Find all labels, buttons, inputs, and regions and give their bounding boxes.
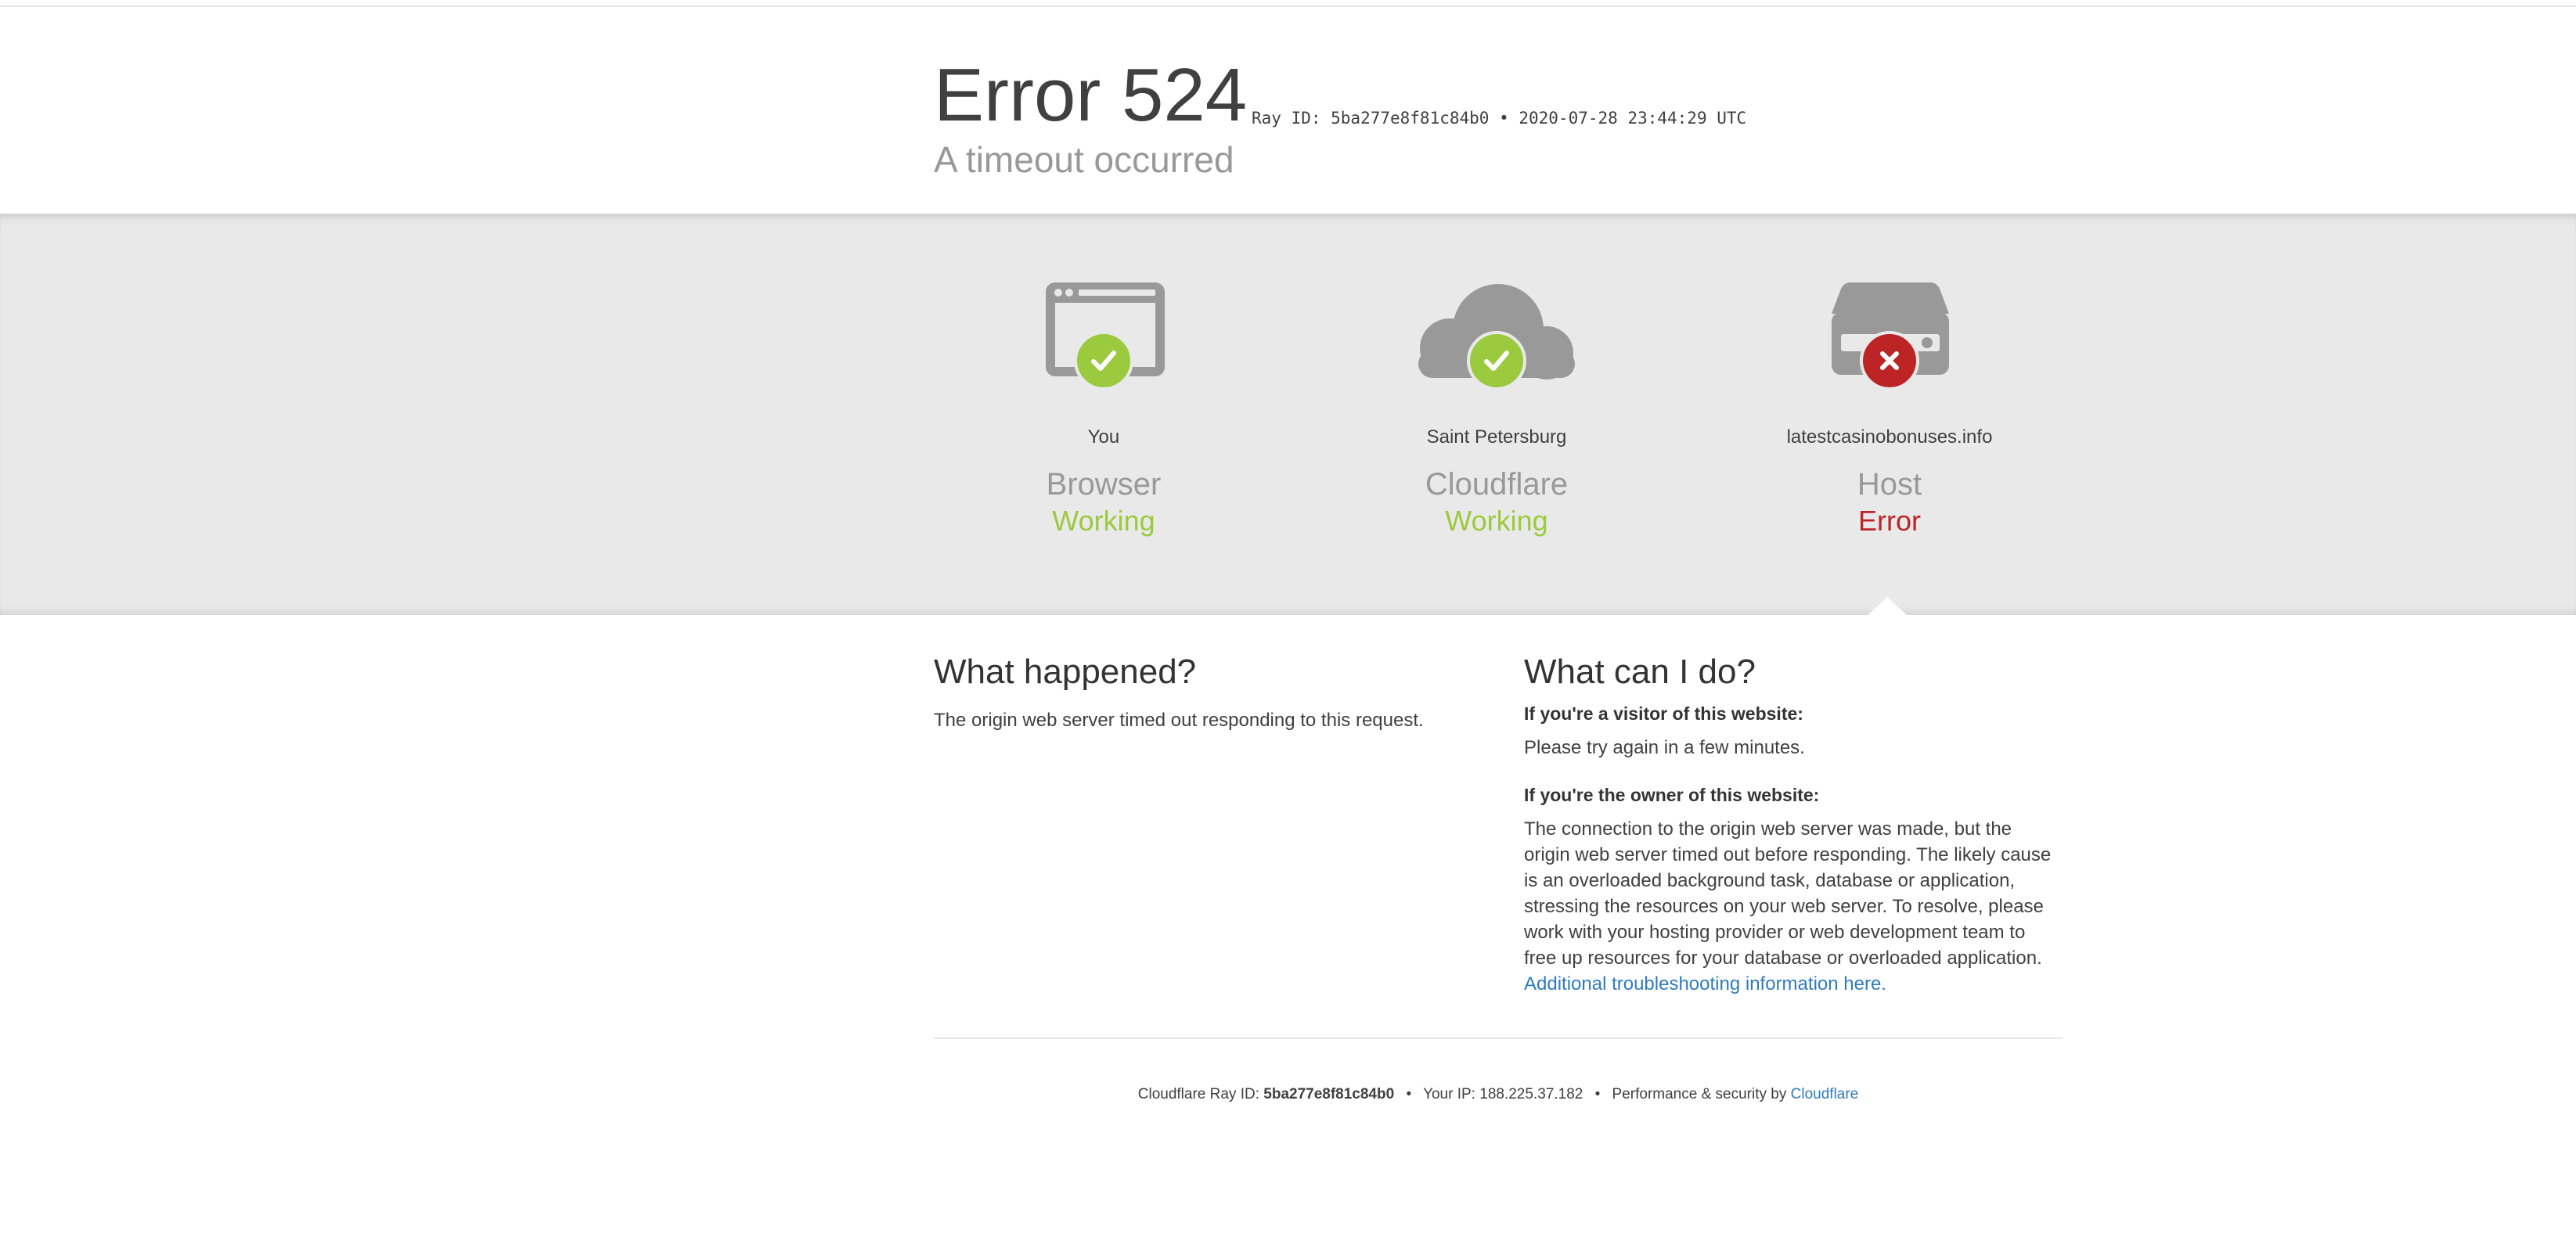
check-icon — [1467, 331, 1526, 390]
footer-separator: • — [1594, 1086, 1601, 1102]
top-border — [0, 0, 2576, 7]
footer: Cloudflare Ray ID: 5ba277e8f81c84b0 • Yo… — [934, 1086, 2063, 1103]
what-happened-heading: What happened? — [934, 653, 1197, 691]
visitor-heading: If you're a visitor of this website: — [1524, 703, 1803, 724]
footer-ray-id: 5ba277e8f81c84b0 — [1263, 1086, 1395, 1102]
footer-divider — [934, 1038, 2063, 1039]
footer-ray-label: Cloudflare Ray ID: — [1137, 1086, 1259, 1102]
browser-location: You — [1087, 426, 1120, 448]
host-location: latestcasinobonuses.info — [1786, 426, 1993, 448]
host-status: Error — [1858, 505, 1921, 537]
what-can-i-do-section: What can I do? If you're a visitor of th… — [1524, 653, 2063, 997]
cloudflare-status: Working — [1445, 505, 1548, 537]
browser-label: Browser — [1046, 467, 1162, 502]
host-label: Host — [1857, 467, 1922, 502]
page-subtitle: A timeout occurred — [934, 139, 1234, 180]
what-can-i-do-heading: What can I do? — [1524, 653, 1756, 691]
status-band: You Browser Working Saint Petersburg Clo… — [0, 214, 2576, 616]
cloudflare-link[interactable]: Cloudflare — [1791, 1086, 1859, 1102]
x-icon — [1860, 331, 1919, 390]
browser-status: Working — [1052, 505, 1155, 537]
ray-id-timestamp: Ray ID: 5ba277e8f81c84b0 • 2020-07-28 23… — [1252, 109, 1747, 128]
header: Error 524 Ray ID: 5ba277e8f81c84b0 • 202… — [934, 7, 2063, 214]
footer-separator: • — [1406, 1086, 1412, 1102]
visitor-text: Please try again in a few minutes. — [1524, 737, 1805, 758]
cloudflare-location: Saint Petersburg — [1426, 426, 1567, 448]
owner-text: The connection to the origin web server … — [1524, 818, 2052, 969]
footer-ip-label: Your IP: — [1423, 1086, 1475, 1102]
footer-perf-text: Performance & security by — [1612, 1086, 1787, 1102]
host-pointer — [1867, 597, 1908, 616]
what-happened-text: The origin web server timed out respondi… — [934, 710, 1424, 731]
footer-ip: 188.225.37.182 — [1479, 1086, 1583, 1102]
page-title: Error 524 — [934, 53, 1248, 137]
troubleshooting-link[interactable]: Additional troubleshooting information h… — [1524, 973, 1886, 994]
what-happened-section: What happened? The origin web server tim… — [934, 653, 1482, 733]
cloudflare-label: Cloudflare — [1425, 467, 1569, 502]
check-icon — [1074, 331, 1133, 390]
owner-heading: If you're the owner of this website: — [1524, 785, 1820, 805]
